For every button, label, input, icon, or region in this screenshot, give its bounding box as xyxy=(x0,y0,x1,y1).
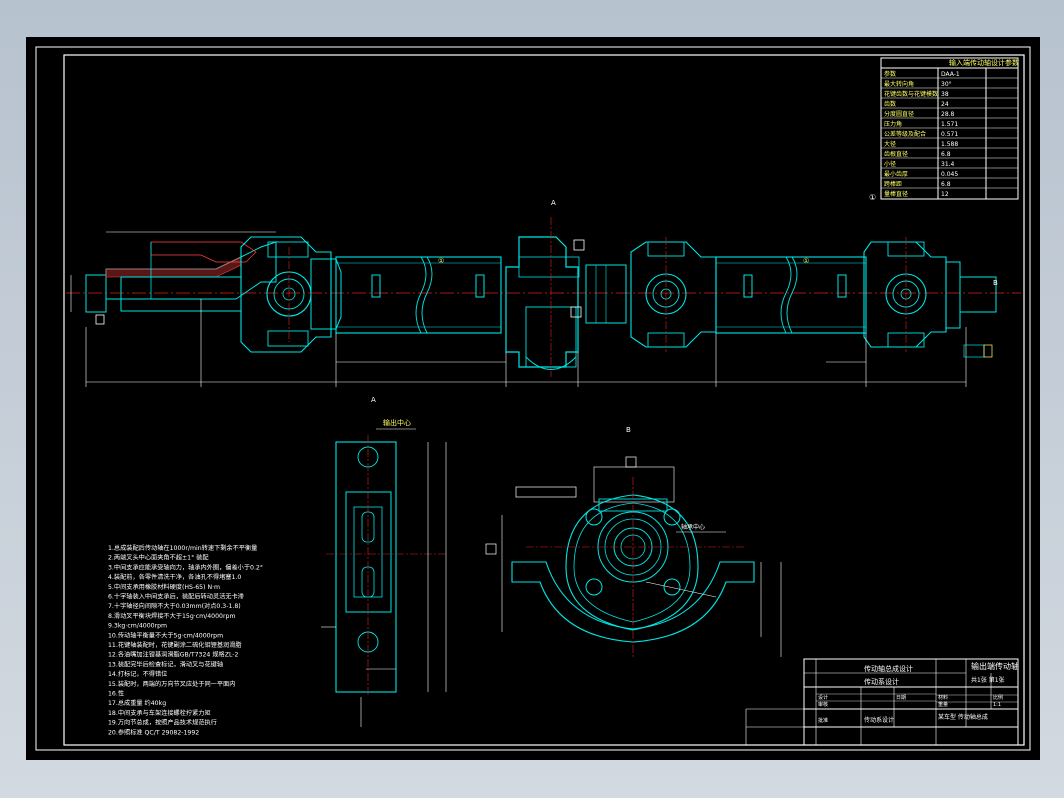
side-view-center-label: 输出中心 xyxy=(383,418,411,427)
title-block-company-2: 传动系设计 xyxy=(864,716,894,724)
shaft-assembly: B A ① ① xyxy=(66,199,1021,387)
spec-row-label: 花键齿数与花键模数 xyxy=(884,90,938,98)
spec-row-label: 参数 xyxy=(884,70,896,78)
spec-row-label: 最大转向角 xyxy=(884,80,914,88)
spec-row-value: 1.588 xyxy=(941,141,958,148)
spec-row-label: 压力角 xyxy=(884,120,902,128)
title-block-checker: 审核 xyxy=(818,701,828,708)
front-view-b: B 轴承中心 xyxy=(485,426,782,657)
side-view-a: A 输出中心 xyxy=(321,396,447,727)
technical-note-line: 18.中间支承与车架连接螺栓拧紧力矩 xyxy=(108,709,211,717)
cad-viewport[interactable]: 输入端传动轴设计参数 参数 DAA-1 最大转向角 30° 花键齿数与花键模数 38 齿数 2… xyxy=(26,37,1040,760)
technical-note-line: 9.3kg·cm/4000rpm xyxy=(108,623,167,630)
title-block-date: 日期 xyxy=(896,695,906,701)
view-a-marker: A xyxy=(551,199,556,207)
front-view-label: B xyxy=(626,426,631,434)
technical-note-line: 13.装配完毕后检查标记，滑动叉与花键轴 xyxy=(108,660,223,668)
spec-row-value: 6.8 xyxy=(941,181,951,188)
title-block-designer: 设计 xyxy=(818,694,828,701)
spec-row-value: 24 xyxy=(941,101,949,108)
spec-row-label: 跨棒距 xyxy=(884,180,902,188)
spec-row-value: 1.571 xyxy=(941,121,958,128)
title-block-name: 某车型 传动轴总成 xyxy=(938,713,988,721)
technical-note-line: 8.滑动叉平衡块焊接不大于15g·cm/4000rpm xyxy=(108,612,236,620)
technical-note-line: 3.中间支承应能承受轴向力，轴承内外圈，偏差小于0.2° xyxy=(108,563,263,571)
spec-table: 输入端传动轴设计参数 参数 DAA-1 最大转向角 30°花键齿数与花键模数 38 齿数 2… xyxy=(880,57,1019,200)
technical-note-line: 16.性 xyxy=(108,690,124,698)
tube-marker-right: ① xyxy=(803,257,809,265)
technical-note-line: 12.各油嘴加注锂基润滑脂GB/T7324 规格ZL-2 xyxy=(108,651,239,659)
technical-note-line: 7.十字轴径向间隙不大于0.03mm(对点0.3-1.8) xyxy=(108,602,241,610)
spec-row-label: 大径 xyxy=(884,140,896,148)
technical-note-line: 20.参照标准 QC/T 29082-1992 xyxy=(108,728,199,736)
technical-note-line: 4.装配前，各零件清洗干净，各油孔不得堵塞1.0 xyxy=(108,573,241,581)
technical-note-line: 14.打标记，不得错位 xyxy=(108,670,167,678)
technical-notes: 1.总成装配后传动轴在1000r/min转速下剩余不平衡量 2.两端叉头中心面夹角… xyxy=(108,544,263,736)
title-block-scale-label: 比例 xyxy=(993,694,1003,701)
title-block-sheet: 共1张 第1张 xyxy=(971,676,1005,684)
spec-row-value: 0.045 xyxy=(941,171,958,178)
spec-row-value: 12 xyxy=(941,191,949,198)
title-block-weight: 重量 xyxy=(938,701,948,708)
title-block-project: 传动轴总成设计 xyxy=(864,664,913,673)
spec-row-value: DAA-1 xyxy=(941,71,960,78)
title-block-approver: 批准 xyxy=(818,717,828,724)
technical-note-line: 19.万向节总成，按照产品技术规范执行 xyxy=(108,719,217,727)
tube-marker-left: ① xyxy=(438,257,444,265)
technical-note-line: 10.传动轴平衡量不大于5g·cm/4000rpm xyxy=(108,631,223,639)
spec-table-title: 输入端传动轴设计参数 xyxy=(949,58,1019,67)
technical-note-line: 1.总成装配后传动轴在1000r/min转速下剩余不平衡量 xyxy=(108,544,257,552)
title-block-material: 材料 xyxy=(938,694,948,701)
title-block-scale: 1:1 xyxy=(993,702,1001,708)
view-b-marker: B xyxy=(993,279,998,287)
spec-row-value: 0.571 xyxy=(941,131,958,138)
spec-row-label: 齿数 xyxy=(884,100,896,108)
technical-note-line: 6.十字轴装入中间支承后，装配后转动灵活无卡滞 xyxy=(108,593,244,601)
drawing-canvas[interactable]: 输入端传动轴设计参数 参数 DAA-1 最大转向角 30°花键齿数与花键模数 38 齿数 2… xyxy=(26,37,1040,760)
spec-row-label: 公差等级及配合 xyxy=(884,130,926,138)
spec-row-label: 量棒直径 xyxy=(884,190,908,198)
title-block-drawing-title: 输出端传动轴 xyxy=(971,661,1019,671)
title-block: 传动轴总成设计 传动系设计 输出端传动轴 共1张 第1张 设计 审核 批准 日期… xyxy=(745,658,1019,746)
spec-row-label: 小径 xyxy=(884,160,896,168)
spec-row-value: 6.8 xyxy=(941,151,951,158)
spec-row-label: 最小齿厚 xyxy=(884,170,908,178)
technical-note-line: 2.两端叉头中心面夹角不超±1° 装配 xyxy=(108,554,209,562)
side-view-label: A xyxy=(371,396,376,404)
spec-row-label: 齿根直径 xyxy=(884,150,908,158)
note-marker: ① xyxy=(869,193,876,202)
technical-note-line: 5.中间支承用橡胶材料硬度(HS-65) N·m xyxy=(108,583,220,591)
technical-note-line: 11.花键轴装配时，花键副涂二硫化钼锂基润滑脂 xyxy=(108,641,242,649)
spec-row-value: 30° xyxy=(941,81,952,88)
hatch-section xyxy=(105,256,242,278)
title-block-company: 传动系设计 xyxy=(864,677,899,686)
technical-note-line: 17.总成重量 约40kg xyxy=(108,699,166,707)
spec-row-value: 28.8 xyxy=(941,111,955,118)
spec-row-value: 31.4 xyxy=(941,161,955,168)
spec-row-label: 分度圆直径 xyxy=(884,110,914,118)
spec-row-value: 38 xyxy=(941,91,949,98)
front-view-flange-label: 轴承中心 xyxy=(681,523,705,531)
technical-note-line: 15.装配时，两端的万向节叉应处于同一平面内 xyxy=(108,680,235,688)
